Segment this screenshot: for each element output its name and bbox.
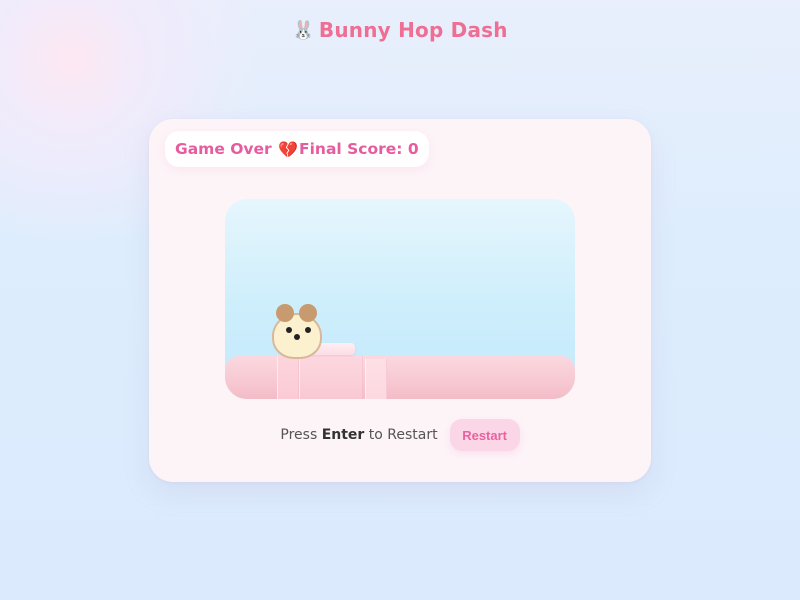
bunny-icon: 🐰: [292, 20, 315, 41]
obstacle-pillar: [277, 356, 299, 399]
final-score-label: Final Score: 0: [299, 140, 419, 158]
player-eye-left: [286, 327, 292, 333]
status-badge: Game Over 💔 Final Score: 0: [165, 131, 429, 167]
broken-heart-icon: 💔: [278, 139, 299, 159]
player-ear-left: [276, 304, 294, 322]
restart-hint: Press Enter to Restart: [280, 427, 437, 443]
game-card: Game Over 💔 Final Score: 0 Press Enter to…: [149, 119, 651, 482]
game-over-label: Game Over: [175, 140, 272, 158]
game-title: Bunny Hop Dash: [318, 18, 508, 42]
game-stage[interactable]: [225, 199, 575, 399]
player-ear-right: [299, 304, 317, 322]
hint-key: Enter: [321, 427, 365, 443]
hint-suffix: to Restart: [368, 427, 438, 443]
game-title-header: 🐰 Bunny Hop Dash: [0, 18, 800, 42]
controls-row: Press Enter to Restart Restart: [149, 419, 651, 451]
restart-button[interactable]: Restart: [449, 419, 520, 451]
player-nose: [294, 334, 300, 340]
hint-prefix: Press: [280, 427, 318, 443]
obstacle-pillar: [365, 359, 387, 399]
player-character: [270, 303, 326, 359]
obstacle-pillar: [299, 356, 363, 399]
player-eye-right: [305, 327, 311, 333]
